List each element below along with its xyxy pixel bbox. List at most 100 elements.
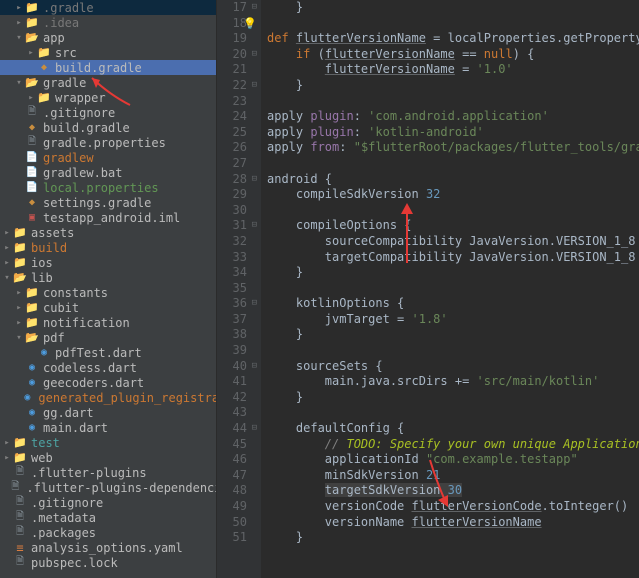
tree-item[interactable]: ▾app (0, 30, 216, 45)
code-line[interactable]: } (267, 265, 639, 281)
tree-item[interactable]: ▸notification (0, 315, 216, 330)
tree-item[interactable]: ▸test (0, 435, 216, 450)
code-line[interactable]: sourceCompatibility JavaVersion.VERSION_… (267, 234, 639, 250)
chevron-right-icon[interactable]: ▸ (2, 438, 12, 448)
code-line[interactable] (267, 203, 639, 219)
code-line[interactable]: main.java.srcDirs += 'src/main/kotlin' (267, 374, 639, 390)
fold-icon[interactable]: ⊟ (252, 78, 257, 94)
code-line[interactable] (267, 94, 639, 110)
code-line[interactable]: } (267, 0, 639, 16)
tree-item[interactable]: ▸local.properties (0, 180, 216, 195)
tree-item[interactable]: ▸codeless.dart (0, 360, 216, 375)
tree-item[interactable]: ▸.metadata (0, 510, 216, 525)
tree-item[interactable]: ▸.gradle (0, 0, 216, 15)
tree-item[interactable]: ▸wrapper (0, 90, 216, 105)
code-line[interactable]: } (267, 530, 639, 546)
chevron-down-icon[interactable]: ▾ (14, 78, 24, 88)
tree-item[interactable]: ▸gradle.properties (0, 135, 216, 150)
code-line[interactable]: apply plugin: 'com.android.application' (267, 109, 639, 125)
fold-icon[interactable]: ⊟ (252, 0, 257, 16)
code-line[interactable]: apply plugin: 'kotlin-android' (267, 125, 639, 141)
code-line[interactable] (267, 343, 639, 359)
tree-item[interactable]: ▸.flutter-plugins (0, 465, 216, 480)
project-tree[interactable]: ▸.gradle▸.idea▾app▸src▸build.gradle▾grad… (0, 0, 217, 578)
code-line[interactable]: kotlinOptions { (267, 296, 639, 312)
fold-icon[interactable]: ⊟ (252, 296, 257, 312)
fold-icon[interactable]: ⊟ (252, 172, 257, 188)
tree-item[interactable]: ▸gradlew (0, 150, 216, 165)
tree-item[interactable]: ▸.gitignore (0, 105, 216, 120)
chevron-right-icon[interactable]: ▸ (2, 228, 12, 238)
tree-item[interactable]: ▸gradlew.bat (0, 165, 216, 180)
code-line[interactable]: // TODO: Specify your own unique Applica… (267, 437, 639, 453)
tree-item[interactable]: ▸.packages (0, 525, 216, 540)
tree-item[interactable]: ▸ios (0, 255, 216, 270)
code-area[interactable]: } def flutterVersionName = localPropertie… (261, 0, 639, 578)
lightbulb-icon[interactable]: 💡 (243, 16, 257, 32)
chevron-right-icon[interactable]: ▸ (26, 93, 36, 103)
tree-item[interactable]: ▸constants (0, 285, 216, 300)
code-line[interactable]: versionCode flutterVersionCode.toInteger… (267, 499, 639, 515)
tree-item[interactable]: ▸gg.dart (0, 405, 216, 420)
code-line[interactable]: defaultConfig { (267, 421, 639, 437)
chevron-down-icon[interactable]: ▾ (14, 33, 24, 43)
tree-item[interactable]: ▸analysis_options.yaml (0, 540, 216, 555)
chevron-right-icon[interactable]: ▸ (2, 258, 12, 268)
code-line[interactable]: } (267, 390, 639, 406)
tree-item[interactable]: ▸assets (0, 225, 216, 240)
code-line[interactable]: def flutterVersionName = localProperties… (267, 31, 639, 47)
chevron-right-icon[interactable]: ▸ (14, 3, 24, 13)
code-line[interactable]: targetSdkVersion 30 (267, 483, 639, 499)
code-line[interactable]: sourceSets { (267, 359, 639, 375)
chevron-right-icon[interactable]: ▸ (14, 288, 24, 298)
code-line[interactable]: android { (267, 172, 639, 188)
code-line[interactable]: } (267, 78, 639, 94)
code-line[interactable] (267, 16, 639, 32)
code-editor[interactable]: 17⊟18💡1920⊟2122⊟232425262728⊟293031⊟3233… (217, 0, 639, 578)
code-line[interactable]: minSdkVersion 21 (267, 468, 639, 484)
code-line[interactable]: applicationId "com.example.testapp" (267, 452, 639, 468)
tree-item[interactable]: ▸generated_plugin_registrant.dart (0, 390, 216, 405)
code-line[interactable] (267, 281, 639, 297)
code-line[interactable]: apply from: "$flutterRoot/packages/flutt… (267, 140, 639, 156)
code-line[interactable]: flutterVersionName = '1.0' (267, 62, 639, 78)
tree-item[interactable]: ▸.idea (0, 15, 216, 30)
tree-item[interactable]: ▸pubspec.lock (0, 555, 216, 570)
tree-item[interactable]: ▸testapp_android.iml (0, 210, 216, 225)
code-line[interactable]: compileOptions { (267, 218, 639, 234)
chevron-right-icon[interactable]: ▸ (14, 303, 24, 313)
code-line[interactable]: } (267, 327, 639, 343)
tree-item[interactable]: ▸pdfTest.dart (0, 345, 216, 360)
chevron-right-icon[interactable]: ▸ (2, 453, 12, 463)
code-line[interactable]: versionName flutterVersionName (267, 515, 639, 531)
tree-item[interactable]: ▸geecoders.dart (0, 375, 216, 390)
fold-icon[interactable]: ⊟ (252, 218, 257, 234)
tree-item[interactable]: ▸.flutter-plugins-dependencies (0, 480, 216, 495)
code-line[interactable]: if (flutterVersionName == null) { (267, 47, 639, 63)
code-line[interactable] (267, 156, 639, 172)
fold-icon[interactable]: ⊟ (252, 421, 257, 437)
code-line[interactable]: jvmTarget = '1.8' (267, 312, 639, 328)
tree-item[interactable]: ▾lib (0, 270, 216, 285)
chevron-right-icon[interactable]: ▸ (2, 243, 12, 253)
chevron-right-icon[interactable]: ▸ (14, 18, 24, 28)
code-line[interactable]: targetCompatibility JavaVersion.VERSION_… (267, 250, 639, 266)
code-line[interactable]: compileSdkVersion 32 (267, 187, 639, 203)
tree-item[interactable]: ▸main.dart (0, 420, 216, 435)
chevron-down-icon[interactable]: ▾ (14, 333, 24, 343)
chevron-right-icon[interactable]: ▸ (14, 318, 24, 328)
fold-icon[interactable]: ⊟ (252, 47, 257, 63)
chevron-right-icon[interactable]: ▸ (26, 48, 36, 58)
tree-item[interactable]: ▸.gitignore (0, 495, 216, 510)
tree-item[interactable]: ▾pdf (0, 330, 216, 345)
tree-item[interactable]: ▸build (0, 240, 216, 255)
tree-item[interactable]: ▸build.gradle (0, 120, 216, 135)
code-line[interactable] (267, 405, 639, 421)
tree-item[interactable]: ▾gradle (0, 75, 216, 90)
tree-item[interactable]: ▸src (0, 45, 216, 60)
tree-item[interactable]: ▸build.gradle (0, 60, 216, 75)
fold-icon[interactable]: ⊟ (252, 359, 257, 375)
tree-item[interactable]: ▸settings.gradle (0, 195, 216, 210)
chevron-down-icon[interactable]: ▾ (2, 273, 12, 283)
tree-item[interactable]: ▸cubit (0, 300, 216, 315)
